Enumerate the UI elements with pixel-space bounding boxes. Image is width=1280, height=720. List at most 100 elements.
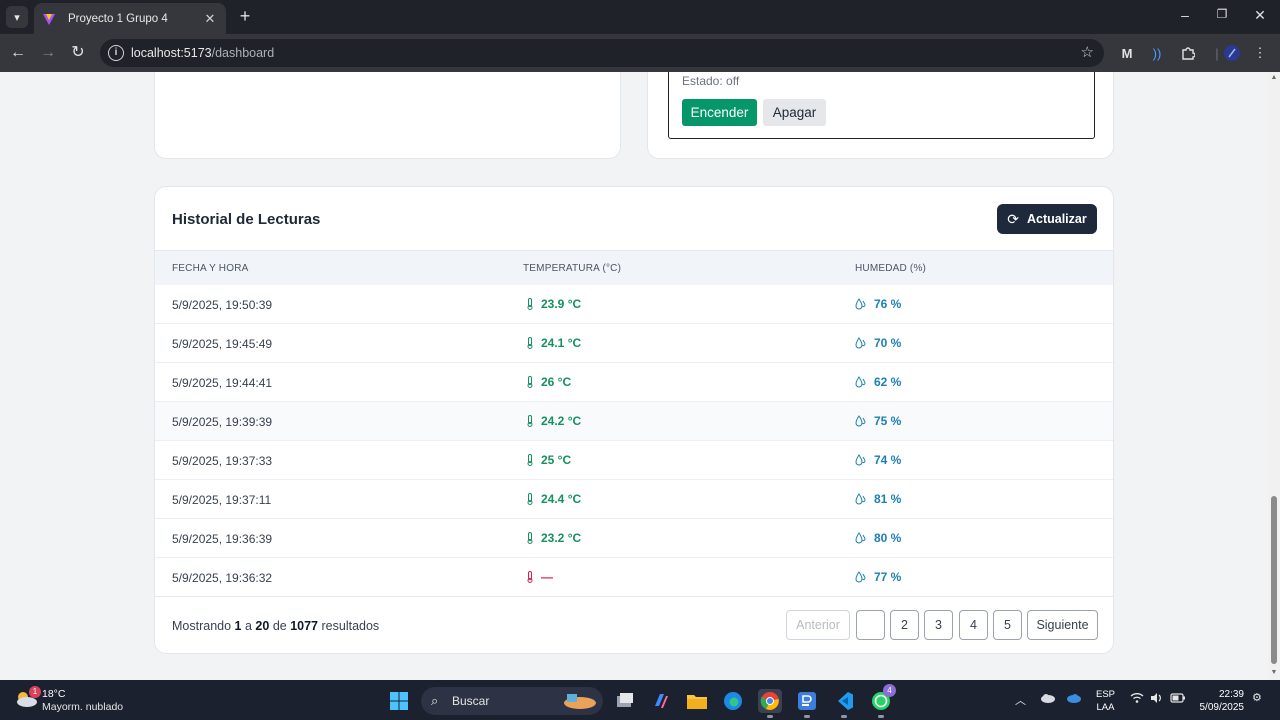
cell-temperature: 26 °C: [527, 375, 571, 389]
reload-icon[interactable]: ↻: [67, 42, 89, 64]
page-button-4[interactable]: 4: [959, 610, 988, 640]
cell-humidity: 74 %: [855, 453, 901, 467]
summary-total: 1077: [290, 619, 319, 633]
taskbar-search[interactable]: ⌕ Buscar: [421, 687, 603, 715]
table-row: 5/9/2025, 19:39:39 24.2 °C 75 %: [155, 402, 1113, 441]
cell-date: 5/9/2025, 19:44:41: [172, 376, 273, 390]
thermometer-icon: [527, 298, 533, 310]
thermometer-icon: [527, 571, 533, 583]
temperature-value: 24.2 °C: [541, 414, 582, 428]
table-row: 5/9/2025, 19:37:33 25 °C 74 %: [155, 441, 1113, 480]
cloud-icon[interactable]: [1040, 693, 1056, 706]
humidity-value: 80 %: [874, 531, 902, 545]
weather-temperature: 18°C: [42, 688, 66, 700]
file-explorer-icon[interactable]: [685, 689, 709, 713]
scroll-thumb[interactable]: [1271, 496, 1277, 664]
cell-temperature: 25 °C: [527, 453, 571, 467]
extension-m-icon[interactable]: M: [1117, 43, 1137, 63]
summary-from: 1: [234, 619, 242, 633]
page-button-3[interactable]: 3: [924, 610, 953, 640]
humidity-value: 70 %: [874, 336, 902, 350]
chrome-icon[interactable]: [758, 689, 782, 713]
page-scrollbar[interactable]: ▲ ▼: [1268, 72, 1280, 680]
address-bar[interactable]: i localhost:5173/dashboard ☆: [100, 39, 1104, 67]
vscode-active-indicator: [841, 715, 847, 718]
droplets-icon: [855, 376, 866, 388]
table-header: FECHA Y HORA TEMPERATURA (°C) HUMEDAD (%…: [155, 250, 1113, 285]
keyboard-layout: LAA: [1096, 702, 1115, 713]
thermometer-icon: [527, 415, 533, 427]
rider-app-icon[interactable]: [795, 689, 819, 713]
edge-icon[interactable]: [721, 689, 745, 713]
search-highlight-icon: [564, 694, 596, 709]
weather-widget[interactable]: 1 18°C Mayorm. nublado: [14, 686, 144, 714]
new-tab-button[interactable]: +: [234, 6, 256, 28]
profile-avatar-icon[interactable]: [1222, 43, 1242, 63]
site-info-icon[interactable]: i: [108, 45, 124, 61]
tab-search-button[interactable]: ▾: [6, 6, 28, 28]
temperature-value: 24.1 °C: [541, 336, 582, 350]
thermometer-icon: [527, 493, 533, 505]
minimize-icon[interactable]: –: [1175, 7, 1195, 23]
copilot-icon[interactable]: [649, 689, 673, 713]
page-button-1[interactable]: [856, 610, 885, 640]
browser-menu-icon[interactable]: ⋮: [1250, 43, 1270, 63]
onedrive-icon[interactable]: [1066, 693, 1082, 706]
maximize-icon[interactable]: ❐: [1212, 7, 1232, 21]
scroll-down-icon[interactable]: ▼: [1270, 669, 1278, 676]
table-row: 5/9/2025, 19:45:49 24.1 °C 70 %: [155, 324, 1113, 363]
notification-settings-icon[interactable]: ⚙: [1252, 691, 1262, 704]
whatsapp-icon[interactable]: 4: [869, 684, 896, 713]
clock-time: 22:39: [1218, 689, 1244, 700]
back-icon[interactable]: ←: [7, 42, 29, 64]
wifi-icon[interactable]: [1130, 692, 1144, 707]
summary-to-word: a: [244, 619, 252, 633]
history-card: Historial de Lecturas ⟳ Actualizar FECHA…: [154, 186, 1114, 654]
chart-card: [154, 72, 621, 159]
forward-icon[interactable]: →: [37, 42, 59, 64]
device-status: Estado: off: [682, 74, 740, 88]
extension-audio-icon[interactable]: )): [1147, 43, 1167, 63]
bookmark-star-icon[interactable]: ☆: [1081, 43, 1094, 61]
summary-to: 20: [255, 619, 270, 633]
tab-close-icon[interactable]: ✕: [202, 11, 218, 27]
whatsapp-active-indicator: [878, 715, 884, 718]
temperature-value: 26 °C: [541, 375, 572, 389]
cell-humidity: 70 %: [855, 336, 901, 350]
language-indicator[interactable]: ESP LAA: [1096, 688, 1115, 714]
next-page-button[interactable]: Siguiente: [1027, 610, 1098, 640]
url-host: localhost:5173: [131, 46, 212, 60]
page-button-2[interactable]: 2: [890, 610, 919, 640]
task-view-icon[interactable]: [613, 689, 637, 713]
weather-badge: 1: [29, 686, 41, 698]
refresh-button[interactable]: ⟳ Actualizar: [997, 204, 1097, 234]
column-header-humidity: HUMEDAD (%): [855, 263, 927, 274]
device-control-card: Estado: off Encender Apagar: [647, 72, 1114, 159]
address-url[interactable]: localhost:5173/dashboard: [131, 46, 274, 60]
thermometer-icon: [527, 454, 533, 466]
turn-on-button[interactable]: Encender: [682, 99, 757, 126]
refresh-icon: ⟳: [1007, 210, 1019, 227]
page-button-5[interactable]: 5: [993, 610, 1022, 640]
tab-title: Proyecto 1 Grupo 4: [68, 12, 168, 25]
battery-icon[interactable]: [1170, 692, 1186, 707]
extensions-puzzle-icon[interactable]: [1178, 43, 1198, 63]
history-title: Historial de Lecturas: [172, 211, 321, 228]
cell-date: 5/9/2025, 19:50:39: [172, 298, 273, 312]
windows-start-icon[interactable]: [387, 689, 411, 713]
window-close-icon[interactable]: ✕: [1250, 7, 1270, 24]
table-body: 5/9/2025, 19:50:39 23.9 °C 76 % 5/9/2025…: [155, 285, 1113, 597]
tray-overflow-icon[interactable]: ︿: [1015, 692, 1026, 708]
turn-off-button[interactable]: Apagar: [763, 99, 826, 126]
browser-tab[interactable]: Proyecto 1 Grupo 4 ✕: [34, 3, 226, 34]
scroll-up-icon[interactable]: ▲: [1270, 74, 1278, 81]
url-path: /dashboard: [211, 46, 275, 60]
cell-date: 5/9/2025, 19:39:39: [172, 415, 273, 429]
previous-page-button[interactable]: Anterior: [786, 610, 850, 640]
volume-icon[interactable]: [1150, 692, 1164, 707]
system-clock[interactable]: 22:39 5/09/2025: [1192, 688, 1245, 714]
browser-toolbar: ← → ↻ i localhost:5173/dashboard ☆ M )) …: [0, 34, 1280, 72]
device-control-box: Estado: off Encender Apagar: [668, 72, 1095, 139]
vscode-icon[interactable]: [832, 689, 856, 713]
taskbar-search-label: Buscar: [452, 694, 490, 708]
